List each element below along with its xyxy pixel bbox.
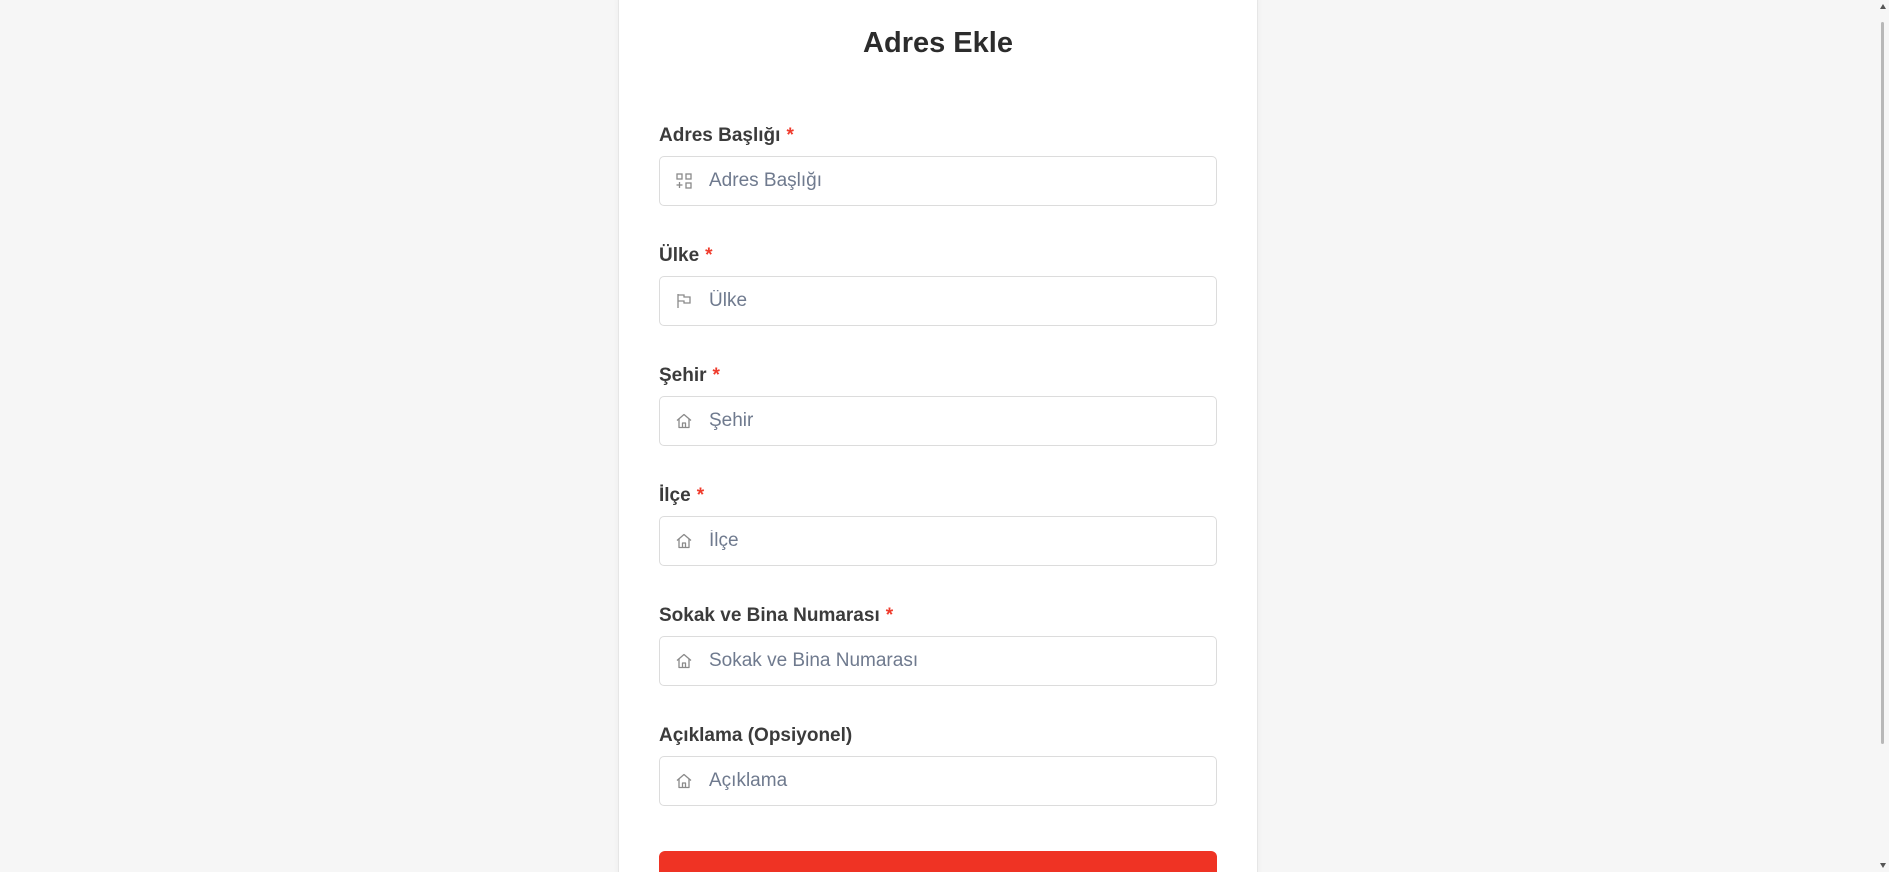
district-input[interactable]: [709, 517, 1204, 565]
required-marker: *: [705, 245, 713, 266]
scroll-thumb[interactable]: [1881, 22, 1884, 744]
address-form-card: Adres Ekle Adres Başlığı* Ülke*: [619, 0, 1257, 872]
district-input-wrapper[interactable]: [659, 516, 1217, 566]
required-marker: *: [885, 605, 894, 626]
home-icon: [675, 532, 693, 550]
required-marker: *: [786, 125, 794, 146]
scroll-down-arrow-icon[interactable]: [1880, 863, 1886, 868]
page-title: Adres Ekle: [863, 27, 1013, 59]
country-input-wrapper[interactable]: [659, 276, 1217, 326]
district-label: İlçe *: [659, 485, 705, 506]
field-city: Şehir *: [659, 363, 1217, 446]
street-input[interactable]: [709, 637, 1204, 685]
home-icon: [675, 772, 693, 790]
field-description: Açıklama (Opsiyonel): [659, 723, 1217, 806]
address-title-input-wrapper[interactable]: [659, 156, 1217, 206]
description-input[interactable]: [709, 757, 1204, 805]
page: Adres Ekle Adres Başlığı* Ülke*: [0, 0, 1889, 872]
street-label: Sokak ve Bina Numarası *: [659, 605, 894, 626]
field-address-title: Adres Başlığı *: [659, 123, 1217, 206]
description-label: Açıklama (Opsiyonel): [659, 725, 853, 746]
city-label: Şehir *: [659, 365, 720, 386]
address-title-label: Adres Başlığı *: [659, 125, 794, 146]
required-marker: *: [696, 485, 705, 506]
grid-plus-icon: [675, 172, 693, 190]
street-input-wrapper[interactable]: [659, 636, 1217, 686]
description-input-wrapper[interactable]: [659, 756, 1217, 806]
country-input[interactable]: [709, 277, 1204, 325]
city-input-wrapper[interactable]: [659, 396, 1217, 446]
country-label: Ülke *: [659, 245, 713, 266]
home-icon: [675, 652, 693, 670]
flag-icon: [675, 292, 693, 310]
scroll-up-arrow-icon[interactable]: [1880, 4, 1886, 9]
field-district: İlçe *: [659, 483, 1217, 566]
city-input[interactable]: [709, 397, 1204, 445]
vertical-scrollbar[interactable]: [1877, 0, 1889, 872]
field-street: Sokak ve Bina Numarası *: [659, 603, 1217, 686]
home-icon: [675, 412, 693, 430]
submit-button[interactable]: [659, 851, 1217, 872]
address-title-input[interactable]: [709, 157, 1204, 205]
required-marker: *: [712, 365, 720, 386]
field-country: Ülke *: [659, 243, 1217, 326]
